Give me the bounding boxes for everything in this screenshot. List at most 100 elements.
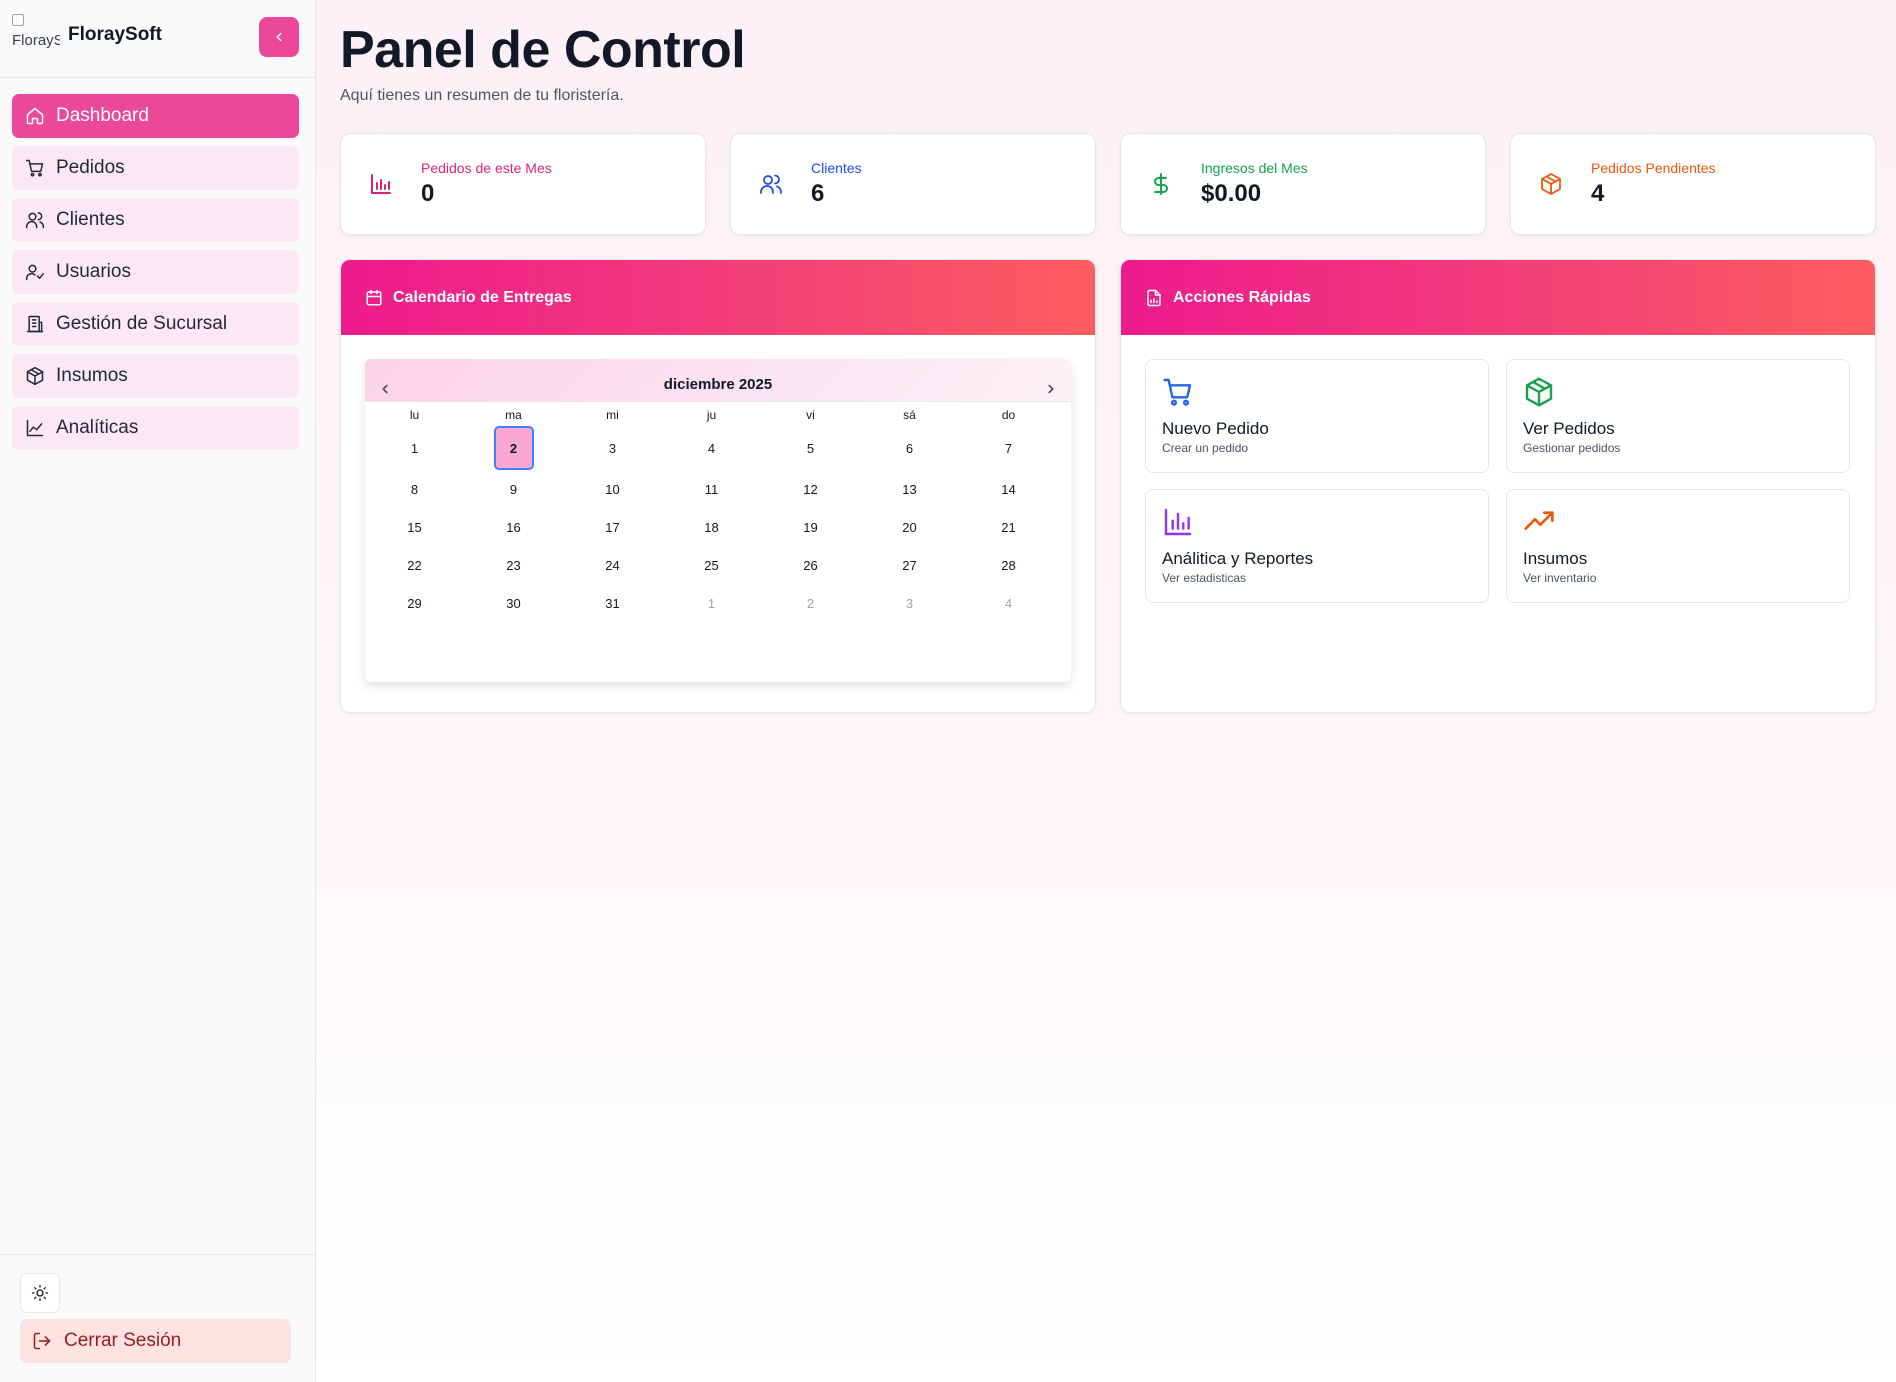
page-title: Panel de Control: [340, 21, 746, 79]
calendar-day[interactable]: 14: [959, 482, 1058, 497]
sidebar-item-clientes[interactable]: Clientes: [12, 198, 299, 242]
calendar-day[interactable]: 17: [563, 520, 662, 535]
calendar-day[interactable]: 9: [464, 482, 563, 497]
calendar-day[interactable]: 15: [365, 520, 464, 535]
quick-action-nuevo-pedido[interactable]: Nuevo Pedido Crear un pedido: [1145, 359, 1489, 473]
dollar-icon: [1154, 173, 1168, 195]
logout-icon: [32, 1331, 52, 1351]
building-icon: [24, 313, 46, 335]
sidebar-item-usuarios[interactable]: Usuarios: [12, 250, 299, 294]
calendar-day[interactable]: 22: [365, 558, 464, 573]
quick-action-ver-pedidos[interactable]: Ver Pedidos Gestionar pedidos: [1506, 359, 1850, 473]
calendar-day[interactable]: 30: [464, 596, 563, 611]
stat-value: $0.00: [1201, 180, 1262, 207]
calendar-navigation: diciembre 2025: [365, 359, 1071, 402]
bar-chart-icon: [371, 174, 391, 194]
stat-card-clientes: Clientes 6: [730, 133, 1096, 235]
calendar-panel-title: Calendario de Entregas: [393, 288, 572, 306]
chevron-right-icon: [1048, 384, 1054, 394]
calendar-day[interactable]: 21: [959, 520, 1058, 535]
calendar-day[interactable]: 4: [662, 441, 761, 456]
quick-action-title: Análitica y Reportes: [1162, 549, 1314, 568]
calendar-day[interactable]: 18: [662, 520, 761, 535]
calendar-day-next-month[interactable]: 2: [761, 596, 860, 611]
quick-action-analitica[interactable]: Análitica y Reportes Ver estadisticas: [1145, 489, 1489, 603]
sidebar-item-insumos[interactable]: Insumos: [12, 354, 299, 398]
calendar-day[interactable]: 3: [563, 441, 662, 456]
calendar-day-selected[interactable]: 2: [464, 426, 563, 470]
sidebar-item-label: Analíticas: [56, 417, 139, 438]
weekday-label: sá: [903, 408, 916, 422]
calendar-day[interactable]: 25: [662, 558, 761, 573]
calendar-week: 1 2 3 4 5 6 7: [365, 426, 1071, 470]
calendar-day-next-month[interactable]: 4: [959, 596, 1058, 611]
weekday-label: ju: [706, 408, 717, 422]
stat-card-pedidos-mes: Pedidos de este Mes 0: [340, 133, 706, 235]
package-icon: [1541, 173, 1561, 195]
weekday-label: lu: [409, 408, 420, 422]
next-month-button[interactable]: [1043, 381, 1059, 397]
calendar-day[interactable]: 26: [761, 558, 860, 573]
calendar-day[interactable]: 6: [860, 441, 959, 456]
calendar-day[interactable]: 12: [761, 482, 860, 497]
stat-value: 4: [1591, 180, 1605, 207]
calendar-day[interactable]: 20: [860, 520, 959, 535]
collapse-sidebar-button[interactable]: [259, 17, 299, 57]
logo-alt-text: FloraySoft: [12, 32, 60, 49]
sidebar-item-pedidos[interactable]: Pedidos: [12, 146, 299, 190]
brand-name: FloraySoft: [68, 24, 162, 45]
calendar-day[interactable]: 8: [365, 482, 464, 497]
main-content: Panel de Control Aquí tienes un resumen …: [316, 0, 1896, 1382]
package-icon: [24, 365, 46, 387]
quick-action-desc: Crear un pedido: [1162, 441, 1249, 455]
calendar-day[interactable]: 27: [860, 558, 959, 573]
quick-action-desc: Ver estadisticas: [1162, 571, 1247, 585]
calendar-day[interactable]: 24: [563, 558, 662, 573]
sidebar: FloraySoft FloraySoft Dashboard Pedidos …: [0, 0, 316, 1382]
calendar-day[interactable]: 31: [563, 596, 662, 611]
calendar-day[interactable]: 13: [860, 482, 959, 497]
trending-up-icon: [1524, 511, 1554, 530]
sidebar-nav: Dashboard Pedidos Clientes Usuarios Gest…: [12, 94, 299, 458]
calendar-day[interactable]: 19: [761, 520, 860, 535]
stat-label: Pedidos de este Mes: [421, 160, 552, 176]
quick-actions-title: Acciones Rápidas: [1173, 288, 1311, 306]
calendar-day[interactable]: 29: [365, 596, 464, 611]
sidebar-item-label: Clientes: [56, 209, 125, 230]
sidebar-item-label: Gestión de Sucursal: [56, 313, 228, 334]
calendar-day-next-month[interactable]: 3: [860, 596, 959, 611]
theme-toggle-button[interactable]: [20, 1273, 60, 1313]
weekday-label: do: [1001, 408, 1016, 422]
logout-button[interactable]: Cerrar Sesión: [20, 1319, 291, 1363]
calendar-day[interactable]: 23: [464, 558, 563, 573]
calendar-day[interactable]: 7: [959, 441, 1058, 456]
sidebar-item-label: Insumos: [56, 365, 128, 386]
calendar-day[interactable]: 1: [365, 441, 464, 456]
sidebar-item-label: Dashboard: [56, 105, 149, 126]
quick-action-title: Nuevo Pedido: [1162, 419, 1269, 438]
calendar-panel-header: Calendario de Entregas: [341, 260, 1095, 335]
calendar-day[interactable]: 28: [959, 558, 1058, 573]
weekday-label: mi: [606, 408, 619, 422]
calendar-day[interactable]: 11: [662, 482, 761, 497]
delivery-calendar: diciembre 2025 lu ma mi ju vi sá do 1 2: [365, 359, 1071, 682]
chevron-left-icon: [276, 32, 282, 42]
stat-label: Pedidos Pendientes: [1591, 160, 1716, 176]
users-icon: [24, 209, 46, 231]
calendar-day[interactable]: 5: [761, 441, 860, 456]
quick-action-insumos[interactable]: Insumos Ver inventario: [1506, 489, 1850, 603]
sidebar-item-dashboard[interactable]: Dashboard: [12, 94, 299, 138]
stat-value: 0: [421, 180, 435, 207]
calendar-day-next-month[interactable]: 1: [662, 596, 761, 611]
calendar-day[interactable]: 16: [464, 520, 563, 535]
stat-card-pendientes: Pedidos Pendientes 4: [1510, 133, 1876, 235]
sidebar-item-analiticas[interactable]: Analíticas: [12, 406, 299, 450]
sidebar-item-gestion-sucursal[interactable]: Gestión de Sucursal: [12, 302, 299, 346]
weekday-row: lu ma mi ju vi sá do: [365, 404, 1071, 426]
selected-day-number: 2: [493, 426, 534, 470]
calendar-week: 22 23 24 25 26 27 28: [365, 546, 1071, 584]
calendar-day[interactable]: 10: [563, 482, 662, 497]
sidebar-item-label: Usuarios: [56, 261, 131, 282]
brand-header: FloraySoft FloraySoft: [0, 0, 315, 78]
calendar-grid: lu ma mi ju vi sá do 1 2 3 4 5 6 7 8 9 1…: [365, 402, 1071, 622]
